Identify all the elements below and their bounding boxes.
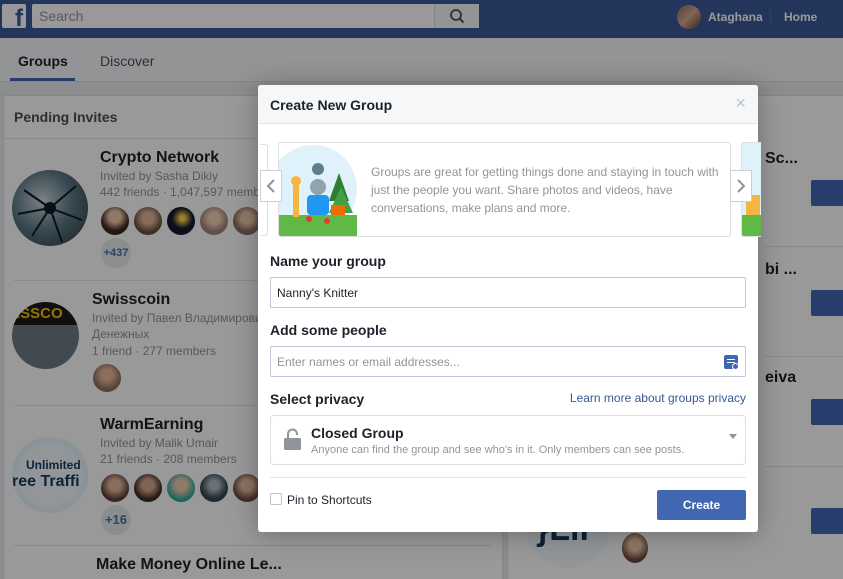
create-button[interactable]: Create [657,490,746,520]
privacy-option-description: Anyone can find the group and see who's … [311,444,685,456]
pin-label: Pin to Shortcuts [287,493,372,507]
carousel-card: Groups are great for getting things done… [278,142,731,237]
add-people-field [270,346,746,377]
group-name-field [270,277,746,308]
privacy-option-title: Closed Group [311,425,404,441]
dialog-header: Create New Group × [258,85,758,124]
lock-icon [284,428,301,450]
intro-carousel: Groups are great for getting things done… [258,142,761,237]
add-people-input[interactable] [271,347,745,376]
chevron-right-icon [737,179,746,193]
group-name-label: Name your group [270,253,386,269]
groups-illustration [279,145,357,236]
carousel-prev-button[interactable] [260,170,282,202]
create-group-dialog: Create New Group × Groups are great for … [258,85,761,532]
divider [270,477,746,478]
chevron-left-icon [266,179,275,193]
privacy-selector[interactable]: Closed Group Anyone can find the group a… [270,415,746,465]
dialog-title: Create New Group [270,97,393,113]
pin-checkbox[interactable] [270,493,282,505]
add-people-icon[interactable] [724,355,739,370]
carousel-text: Groups are great for getting things done… [371,165,719,215]
group-name-input[interactable] [271,278,745,307]
dropdown-caret-icon [729,434,737,439]
privacy-label: Select privacy [270,391,365,407]
add-people-label: Add some people [270,322,387,338]
privacy-help-link[interactable]: Learn more about groups privacy [570,391,746,405]
close-icon[interactable]: × [735,94,746,112]
carousel-next-button[interactable] [730,170,752,202]
